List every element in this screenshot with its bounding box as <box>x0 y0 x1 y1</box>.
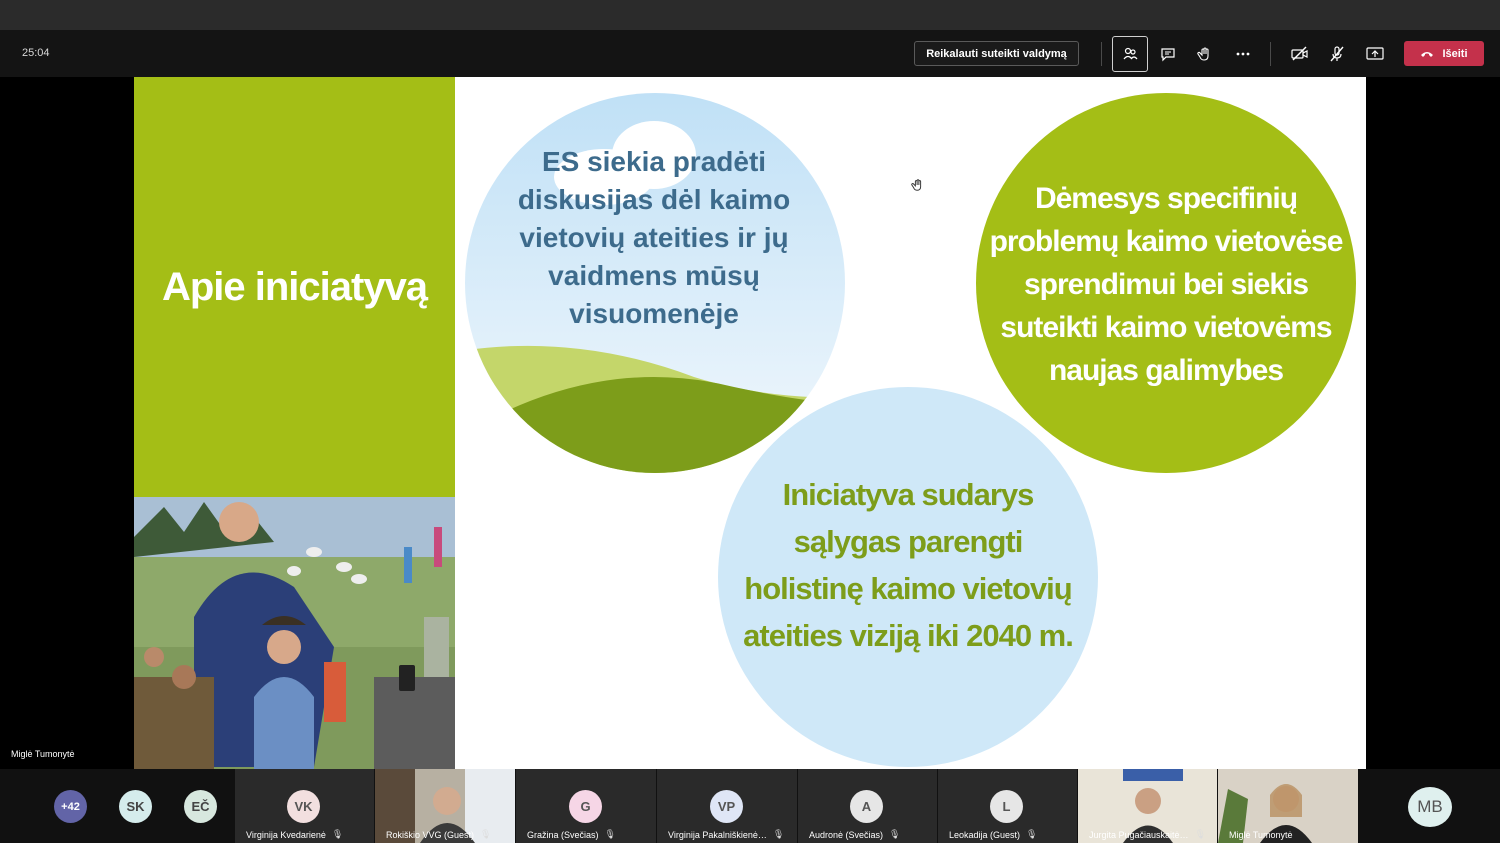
participant-avatar[interactable]: EČ <box>184 790 217 823</box>
participant-tile[interactable]: G Gražina (Svečias) 🎙 <box>516 769 657 843</box>
hand-cursor-icon <box>911 179 922 191</box>
presenter-name: Miglė Tumonytė <box>11 749 75 759</box>
participant-name: Virginija Pakalniškienė… <box>668 829 767 840</box>
circle-1-text: ES siekia pradėti diskusijas dėl kaimo v… <box>517 146 791 329</box>
chat-icon[interactable] <box>1150 36 1186 72</box>
mic-off-icon: 🎙 <box>772 829 785 839</box>
request-control-button[interactable]: Reikalauti suteikti valdymą <box>914 41 1079 66</box>
share-screen-icon[interactable] <box>1357 36 1393 72</box>
circle-2-text: Dėmesys specifinių problemų kaimo vietov… <box>989 182 1344 387</box>
participant-name: Jurgita Pugačiauskaitė… <box>1089 829 1189 840</box>
participant-video-tile[interactable]: Rokiškio VVG (Guest) 🎙 <box>375 769 516 843</box>
participant-avatar: A <box>850 790 883 823</box>
mic-off-icon: 🎙 <box>604 829 616 839</box>
participants-icon[interactable] <box>1112 36 1148 72</box>
participant-video-tile[interactable]: Jurgita Pugačiauskaitė… 🎙 <box>1078 769 1218 843</box>
mic-off-icon: 🎙 <box>889 829 901 839</box>
raise-hand-icon[interactable] <box>1187 36 1223 72</box>
participant-name: Rokiškio VVG (Guest) <box>386 829 475 840</box>
shared-content-stage: Apie iniciatyvą ES siekia pradėti diskus… <box>0 77 1500 769</box>
meeting-toolbar: 25:04 Reikalauti suteikti valdymą Išeiti <box>0 30 1500 77</box>
self-avatar[interactable]: MB <box>1408 787 1452 827</box>
more-participants-button[interactable]: +42 <box>54 790 87 823</box>
circle-3-text: Iniciatyva sudarys sąlygas parengti holi… <box>743 477 1074 653</box>
participant-strip: +42 SK EČ VK Virginija Kvedarienė 🎙 Rokiš… <box>0 769 1500 843</box>
participant-video-tile[interactable]: Miglė Tumonytė <box>1218 769 1359 843</box>
participant-name: Leokadija (Guest) <box>949 829 1021 840</box>
mic-off-icon: 🎙 <box>1194 829 1206 839</box>
mic-off-icon: 🎙 <box>480 829 492 839</box>
participant-name: Miglė Tumonytė <box>1229 830 1293 840</box>
participant-tile[interactable]: VP Virginija Pakalniškienė… 🎙 <box>657 769 798 843</box>
mic-off-icon[interactable] <box>1319 36 1355 72</box>
hang-up-icon <box>1421 51 1434 57</box>
toolbar-divider <box>1270 42 1271 66</box>
leave-label: Išeiti <box>1442 47 1468 60</box>
mic-off-icon: 🎙 <box>331 829 344 839</box>
meeting-timer: 25:04 <box>22 47 50 59</box>
participant-tile[interactable]: VK Virginija Kvedarienė 🎙 <box>235 769 375 843</box>
participant-avatar: VP <box>710 790 743 823</box>
mic-off-icon: 🎙 <box>1026 829 1038 839</box>
participant-avatar: VK <box>287 790 320 823</box>
leave-button[interactable]: Išeiti <box>1404 41 1484 66</box>
camera-off-icon[interactable] <box>1282 36 1318 72</box>
participant-name: Virginija Kvedarienė <box>246 829 326 840</box>
window-title-bar <box>0 0 1500 30</box>
participant-tile[interactable]: L Leokadija (Guest) 🎙 <box>938 769 1078 843</box>
participant-avatar: L <box>990 790 1023 823</box>
toolbar-divider <box>1101 42 1102 66</box>
more-options-icon[interactable] <box>1225 36 1261 72</box>
participant-name: Audronė (Svečias) <box>809 829 884 840</box>
participant-name: Gražina (Svečias) <box>527 829 599 840</box>
participant-avatar: G <box>569 790 602 823</box>
participant-avatar[interactable]: SK <box>119 790 152 823</box>
participant-tile[interactable]: A Audronė (Svečias) 🎙 <box>798 769 938 843</box>
presentation-slide: Apie iniciatyvą ES siekia pradėti diskus… <box>134 77 1366 769</box>
